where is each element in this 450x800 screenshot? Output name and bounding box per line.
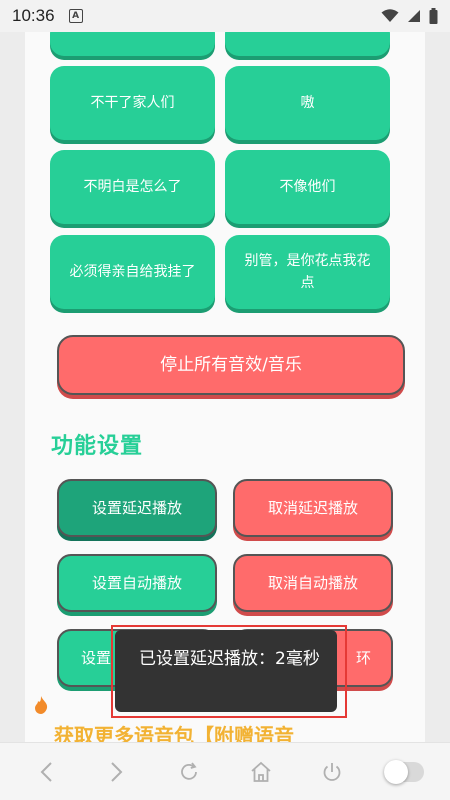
stop-all-button[interactable]: 停止所有音效/音乐 [57, 335, 405, 395]
back-button[interactable] [26, 752, 66, 792]
home-icon [251, 761, 271, 782]
sound-button[interactable]: 必须得亲自给我挂了 [50, 235, 215, 309]
toggle-knob [384, 759, 409, 784]
signal-icon [407, 9, 421, 23]
wifi-icon [381, 9, 399, 23]
sound-button[interactable] [225, 32, 390, 56]
cancel-auto-button[interactable]: 取消自动播放 [233, 554, 393, 612]
reload-button[interactable] [169, 752, 209, 792]
cancel-delay-label: 取消延迟播放 [267, 499, 358, 517]
sound-button[interactable]: 别管，是你花点我花点 [225, 235, 390, 309]
set-auto-button[interactable]: 设置自动播放 [57, 554, 217, 612]
home-button[interactable] [241, 752, 281, 792]
chevron-left-icon [40, 761, 52, 782]
settings-section-title: 功能设置 [51, 434, 144, 459]
toggle-switch[interactable] [384, 752, 425, 792]
sound-button[interactable]: 嗷 [225, 66, 390, 140]
power-icon [324, 762, 341, 781]
sound-button[interactable]: 不明白是怎么了 [50, 150, 215, 224]
sound-button[interactable]: 不干了家人们 [50, 66, 215, 140]
chevron-right-icon [111, 761, 123, 782]
sound-button-label: 不明白是怎么了 [83, 179, 182, 195]
reload-icon [181, 761, 198, 780]
set-delay-button[interactable]: 设置延迟播放 [57, 479, 217, 537]
set-loop-label: 设置 [81, 649, 112, 667]
set-delay-label: 设置延迟播放 [91, 499, 182, 517]
sound-button-label: 不像他们 [279, 179, 336, 195]
sound-button-label: 必须得亲自给我挂了 [69, 264, 196, 280]
browser-nav-bar [0, 742, 450, 800]
cancel-delay-button[interactable]: 取消延迟播放 [233, 479, 393, 537]
sound-button-label: 别管，是你花点我花点 [244, 253, 371, 291]
toggle-track [384, 759, 425, 784]
sound-button[interactable]: 不像他们 [225, 150, 390, 224]
toast-message: 已设置延迟播放：2毫秒 [115, 630, 337, 712]
toast-text: 已设置延迟播放：2毫秒 [139, 649, 320, 669]
battery-icon [429, 8, 438, 24]
sound-button[interactable] [50, 32, 215, 56]
status-bar: 10:36 A [0, 0, 450, 32]
stop-all-label: 停止所有音效/音乐 [160, 355, 302, 375]
cancel-auto-label: 取消自动播放 [267, 574, 358, 592]
cancel-loop-label: 环 [355, 649, 371, 667]
status-icons [381, 8, 438, 24]
set-auto-label: 设置自动播放 [91, 574, 182, 592]
sound-button-label: 嗷 [300, 95, 315, 111]
sound-button-label: 不干了家人们 [90, 95, 175, 111]
notification-a-icon: A [68, 9, 83, 23]
power-button[interactable] [312, 752, 352, 792]
forward-button[interactable] [97, 752, 137, 792]
fire-icon [35, 696, 48, 714]
status-time: 10:36 [12, 6, 55, 25]
